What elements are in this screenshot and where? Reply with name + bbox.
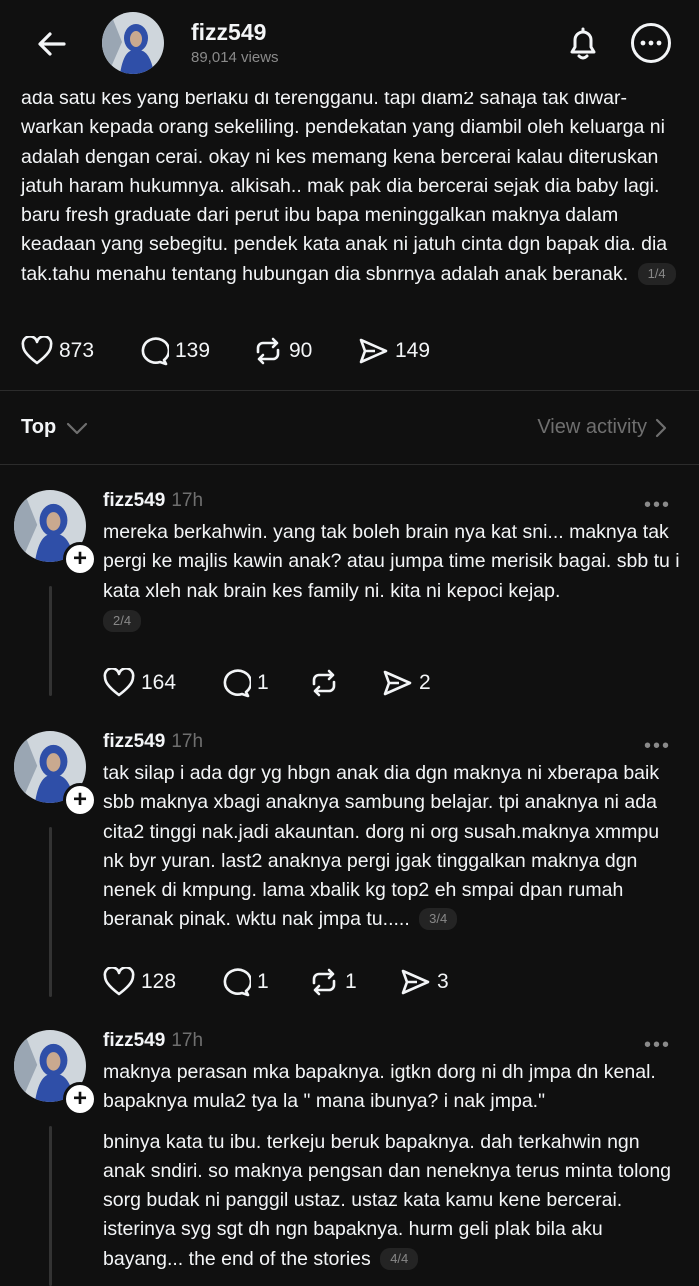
like-count: 128 bbox=[141, 970, 177, 993]
reply-actions: 128 1 1 3 bbox=[103, 967, 449, 997]
username[interactable]: fizz549 bbox=[103, 490, 165, 511]
page-indicator: 2/4 bbox=[103, 609, 142, 632]
avatar-image bbox=[102, 12, 164, 74]
like-button[interactable]: 873 bbox=[21, 336, 137, 366]
username[interactable]: fizz549 bbox=[103, 1030, 165, 1051]
reply-paragraph-continued: bninya kata tu ibu. terkeju beruk bapakn… bbox=[103, 1128, 683, 1274]
comment-icon bbox=[141, 337, 169, 366]
comment-button[interactable]: 1 bbox=[219, 668, 309, 698]
comment-count: 139 bbox=[175, 339, 211, 362]
repost-count: 1 bbox=[345, 970, 357, 993]
timestamp: 17h bbox=[171, 490, 204, 511]
comment-button[interactable]: 1 bbox=[219, 967, 309, 997]
post-body: ada satu kes yang berlaku di terengganu.… bbox=[21, 87, 668, 285]
reply-text: mereka berkahwin. yang tak boleh brain n… bbox=[103, 518, 683, 636]
thread-line bbox=[49, 1126, 52, 1286]
reply-username[interactable]: fizz549 17h bbox=[103, 1030, 203, 1052]
comment-count: 1 bbox=[257, 671, 269, 694]
page-indicator: 4/4 bbox=[380, 1247, 419, 1270]
top-bar: fizz549 89,014 views bbox=[0, 0, 699, 92]
profile-avatar[interactable] bbox=[102, 12, 164, 74]
page-indicator: 3/4 bbox=[419, 908, 458, 931]
bell-icon[interactable] bbox=[562, 22, 604, 64]
username[interactable]: fizz549 bbox=[103, 731, 165, 752]
reply-username[interactable]: fizz549 17h bbox=[103, 490, 203, 512]
follow-plus-icon[interactable]: + bbox=[63, 783, 97, 817]
repost-count: 90 bbox=[289, 339, 313, 362]
reply-text: maknya perasan mka bapaknya. igtkn dorg … bbox=[103, 1058, 683, 1274]
comment-count: 1 bbox=[257, 970, 269, 993]
reply-paragraph: mereka berkahwin. yang tak boleh brain n… bbox=[103, 521, 680, 602]
sort-dropdown[interactable]: Top bbox=[21, 416, 90, 439]
divider bbox=[0, 390, 699, 391]
repost-button[interactable]: 1 bbox=[309, 967, 399, 997]
more-options-icon[interactable] bbox=[630, 22, 672, 64]
more-icon[interactable]: ••• bbox=[644, 1034, 671, 1057]
share-icon bbox=[401, 969, 430, 995]
comment-icon bbox=[223, 968, 251, 997]
like-count: 873 bbox=[59, 339, 95, 362]
share-button[interactable]: 2 bbox=[381, 668, 431, 698]
timestamp: 17h bbox=[171, 1030, 204, 1051]
reply-paragraph: maknya perasan mka bapaknya. igtkn dorg … bbox=[103, 1061, 656, 1113]
share-button[interactable]: 149 bbox=[357, 336, 430, 366]
share-icon bbox=[383, 670, 412, 696]
reply-paragraph: tak silap i ada dgr yg hbgn anak dia dgn… bbox=[103, 762, 660, 931]
back-arrow-icon[interactable] bbox=[34, 26, 70, 62]
comment-button[interactable]: 139 bbox=[137, 336, 253, 366]
view-count: 89,014 views bbox=[191, 49, 279, 66]
more-icon[interactable]: ••• bbox=[644, 494, 671, 517]
sort-label: Top bbox=[21, 416, 57, 438]
page-indicator: 1/4 bbox=[637, 262, 676, 285]
view-activity-link[interactable]: View activity bbox=[537, 416, 669, 439]
reply-username[interactable]: fizz549 17h bbox=[103, 731, 203, 753]
view-activity-label: View activity bbox=[537, 416, 647, 438]
reply-item: + fizz549 17h ••• mereka berkahwin. yang … bbox=[0, 490, 699, 710]
comment-icon bbox=[223, 669, 251, 698]
repost-icon bbox=[312, 968, 336, 996]
chevron-down-icon bbox=[67, 422, 88, 434]
more-icon[interactable]: ••• bbox=[644, 735, 671, 758]
follow-plus-icon[interactable]: + bbox=[63, 1082, 97, 1116]
reply-item: + fizz549 17h ••• maknya perasan mka bapa… bbox=[0, 1030, 699, 1286]
repost-button[interactable]: 90 bbox=[253, 336, 357, 366]
like-count: 164 bbox=[141, 671, 177, 694]
chevron-right-icon bbox=[655, 418, 667, 437]
heart-icon bbox=[103, 668, 135, 697]
follow-plus-icon[interactable]: + bbox=[63, 542, 97, 576]
share-count: 2 bbox=[419, 671, 431, 694]
share-icon bbox=[359, 338, 388, 364]
share-button[interactable]: 3 bbox=[399, 967, 449, 997]
share-count: 149 bbox=[395, 339, 431, 362]
heart-icon bbox=[103, 967, 135, 996]
repost-icon bbox=[312, 669, 336, 697]
heart-icon bbox=[21, 336, 53, 365]
timestamp: 17h bbox=[171, 731, 204, 752]
profile-username[interactable]: fizz549 bbox=[191, 19, 266, 46]
reply-actions: 164 1 2 bbox=[103, 668, 431, 698]
repost-button[interactable] bbox=[309, 668, 381, 698]
share-count: 3 bbox=[437, 970, 449, 993]
divider bbox=[0, 464, 699, 465]
reply-item: + fizz549 17h ••• tak silap i ada dgr yg … bbox=[0, 731, 699, 1011]
like-button[interactable]: 164 bbox=[103, 668, 219, 698]
like-button[interactable]: 128 bbox=[103, 967, 219, 997]
post-actions: 873 139 90 149 bbox=[21, 336, 430, 366]
thread-line bbox=[49, 827, 52, 997]
post-text: ada satu kes yang berlaku di terengganu.… bbox=[21, 84, 681, 289]
thread-line bbox=[49, 586, 52, 696]
repost-icon bbox=[256, 337, 280, 365]
reply-text: tak silap i ada dgr yg hbgn anak dia dgn… bbox=[103, 759, 683, 935]
